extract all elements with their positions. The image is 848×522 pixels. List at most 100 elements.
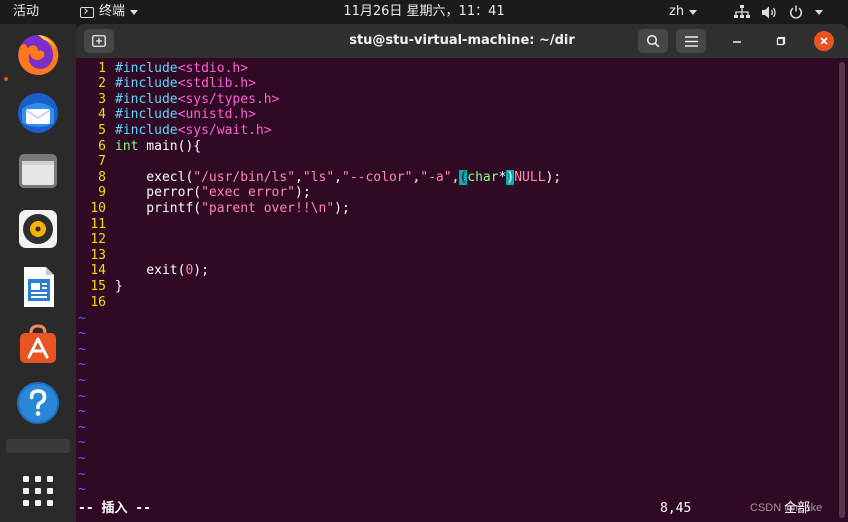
dock-separator — [6, 439, 70, 453]
hamburger-menu-button[interactable] — [676, 29, 706, 53]
hamburger-icon — [684, 35, 698, 47]
running-indicator — [4, 77, 8, 81]
code-text: #include<sys/types.h> — [115, 91, 280, 107]
empty-line-marker: ~ — [78, 372, 86, 388]
chevron-down-icon — [689, 9, 698, 15]
empty-line-marker: ~ — [78, 326, 86, 342]
line-number: 10 — [90, 200, 106, 216]
code-line: 14 exit(0); — [76, 263, 209, 279]
line-number: 1 — [98, 60, 106, 76]
scrollbar[interactable] — [839, 62, 845, 518]
dock-item-writer[interactable] — [0, 258, 76, 316]
line-number: 9 — [98, 185, 106, 201]
line-number: 3 — [98, 91, 106, 107]
line-number: 11 — [90, 216, 106, 232]
code-line: 13 — [76, 248, 115, 264]
thunderbird-icon — [18, 93, 58, 133]
code-line: 7 — [76, 154, 115, 170]
close-icon — [820, 37, 828, 45]
close-button[interactable] — [814, 31, 834, 51]
system-menu[interactable] — [734, 0, 823, 24]
line-number: 16 — [90, 294, 106, 310]
code-line: 6 int main(){ — [76, 139, 201, 155]
empty-line-marker: ~ — [78, 357, 86, 373]
watermark: CSDN @rcake — [750, 502, 823, 514]
clock[interactable]: 11月26日 星期六，11：41 — [0, 0, 848, 24]
scrollbar-thumb[interactable] — [839, 62, 845, 518]
code-text: #include<unistd.h> — [115, 107, 256, 123]
writer-document-icon — [24, 267, 54, 307]
code-line: 15} — [76, 278, 122, 295]
dock-item-software[interactable] — [0, 316, 76, 374]
dock-item-firefox[interactable] — [0, 26, 76, 84]
terminal-window: stu@stu-virtual-machine: ~/dir 1 #includ… — [76, 24, 848, 522]
line-number: 15 — [90, 278, 106, 294]
top-bar: 活动 终端 11月26日 星期六，11：41 zh — [0, 0, 848, 24]
chevron-down-icon — [815, 9, 823, 15]
software-store-icon — [20, 324, 56, 363]
line-number: 5 — [98, 122, 106, 138]
empty-line-marker: ~ — [78, 466, 86, 482]
line-number: 8 — [98, 169, 106, 185]
input-method-label: zh — [669, 4, 685, 19]
empty-line-marker: ~ — [78, 419, 86, 435]
app-grid-icon — [23, 476, 53, 506]
code-line: 3 #include<sys/types.h> — [76, 92, 279, 108]
dock-item-thunderbird[interactable] — [0, 84, 76, 142]
dock-item-help[interactable] — [0, 374, 76, 432]
code-line: 12 — [76, 232, 115, 248]
line-number: 4 — [98, 107, 106, 123]
input-method-menu[interactable]: zh — [669, 0, 698, 24]
line-number: 12 — [90, 232, 106, 248]
dock-item-files[interactable] — [0, 142, 76, 200]
code-text: #include<sys/wait.h> — [115, 122, 272, 138]
code-line: 9 perror("exec error"); — [76, 185, 311, 201]
maximize-button[interactable] — [772, 32, 790, 50]
code-text: perror("exec error"); — [115, 185, 311, 201]
code-text: #include<stdio.h> — [115, 60, 249, 76]
rhythmbox-icon — [19, 210, 57, 248]
empty-line-marker: ~ — [78, 435, 86, 451]
code-line: 2 #include<stdlib.h> — [76, 76, 256, 92]
cursor-position: 8,45 — [660, 501, 692, 516]
search-button[interactable] — [638, 29, 668, 53]
code-line: 1 #include<stdio.h> — [76, 61, 248, 77]
line-number: 14 — [90, 263, 106, 279]
dock — [0, 24, 76, 522]
search-icon — [646, 34, 660, 48]
window-titlebar[interactable]: stu@stu-virtual-machine: ~/dir — [76, 24, 848, 58]
line-number: 13 — [90, 247, 106, 263]
folder-icon — [19, 154, 57, 188]
code-text: int main(){ — [115, 138, 202, 154]
help-icon — [17, 382, 59, 424]
code-text: printf("parent over!!\n"); — [115, 200, 350, 216]
network-icon — [734, 5, 750, 18]
firefox-icon — [18, 34, 59, 75]
minimize-icon — [733, 41, 741, 43]
code-line: 16 — [76, 295, 115, 311]
vim-mode-indicator: -- 插入 -- — [78, 501, 151, 516]
code-line: 5 #include<sys/wait.h> — [76, 122, 272, 139]
line-number: 2 — [98, 76, 106, 92]
code-line: 10 printf("parent over!!\n"); — [76, 200, 350, 217]
empty-line-marker: ~ — [78, 482, 86, 498]
power-icon — [789, 5, 803, 19]
dock-item-rhythmbox[interactable] — [0, 200, 76, 258]
dock-item-show-applications[interactable] — [0, 462, 76, 520]
code-line: 8 execl("/usr/bin/ls","ls","--color","-a… — [76, 169, 562, 186]
code-line: 11 — [76, 217, 115, 233]
code-text: execl("/usr/bin/ls","ls","--color","-a",… — [115, 169, 562, 185]
line-number: 6 — [98, 138, 106, 154]
minimize-button[interactable] — [728, 32, 746, 50]
maximize-icon — [776, 36, 786, 46]
empty-line-marker: ~ — [78, 450, 86, 466]
empty-line-marker: ~ — [78, 388, 86, 404]
code-text: #include<stdlib.h> — [115, 76, 256, 92]
vim-editor[interactable]: 1 #include<stdio.h> 2 #include<stdlib.h> 3… — [76, 58, 836, 522]
code-line: 4 #include<unistd.h> — [76, 107, 256, 123]
